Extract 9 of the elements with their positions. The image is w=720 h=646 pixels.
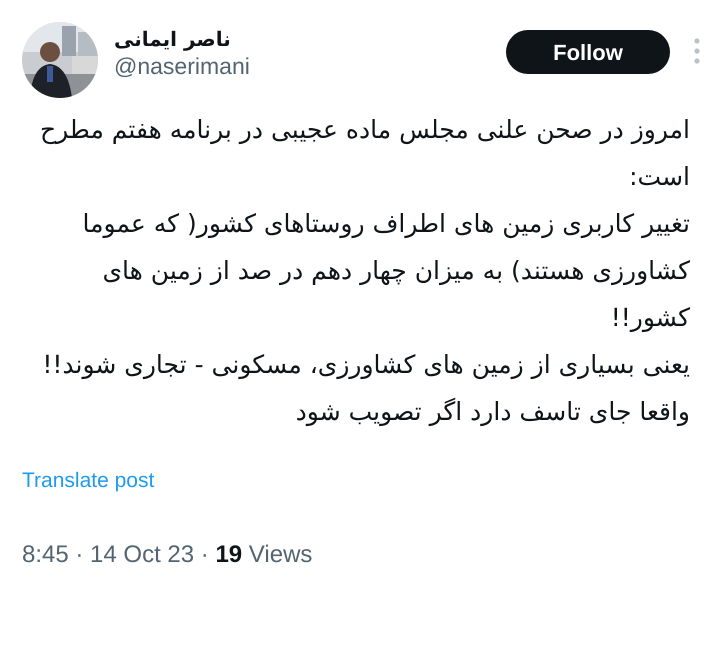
author-name[interactable]: ناصر ایمانی: [114, 26, 506, 52]
author-handle[interactable]: @naserimani: [114, 52, 506, 82]
follow-button[interactable]: Follow: [506, 30, 670, 74]
post-meta: 8:45 · 14 Oct 23 · 19 Views: [22, 540, 312, 568]
more-icon[interactable]: [694, 38, 700, 64]
post-text: تغییر کاربری زمین های اطراف روستاهای کشور( که عموما کشاورزی هستند) به میزان چهار دهم در صد از زمین های کشور!!: [82, 208, 690, 334]
post-text: یعنی بسیاری از زمین های کشاورزی، مسکونی - تجاری شوند!!: [41, 349, 690, 382]
post-text: واقعا جای تاسف دارد اگر تصویب شود: [294, 396, 690, 428]
post-text: امروز در صحن علنی مجلس ماده عجیبی در برنامه هفتم مطرح است:: [39, 114, 690, 193]
